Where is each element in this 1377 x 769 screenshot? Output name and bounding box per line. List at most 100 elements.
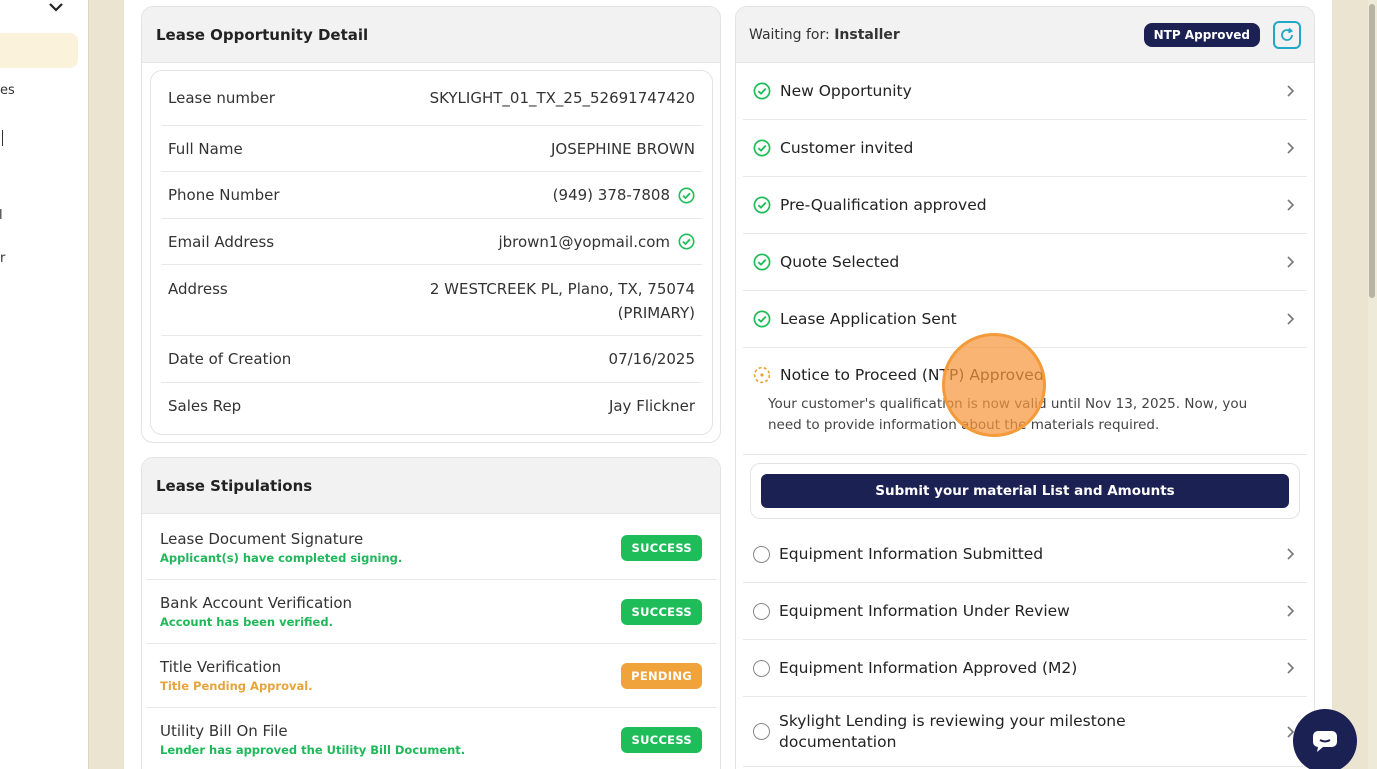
stipulation-subtitle: Lender has approved the Utility Bill Doc… xyxy=(160,743,466,757)
empty-circle-icon xyxy=(753,545,770,563)
detail-label: Lease number xyxy=(168,89,275,107)
stipulation-title: Lease Document Signature xyxy=(160,530,364,548)
timeline-header: Waiting for: Installer NTP Approved xyxy=(736,7,1314,63)
submit-action-container: Submit your material List and Amounts xyxy=(750,463,1300,519)
step-label: Lease Application Sent xyxy=(780,310,957,328)
detail-label: Full Name xyxy=(168,139,243,158)
in-progress-icon xyxy=(753,366,771,384)
step-label: Pre-Qualification approved xyxy=(780,196,987,214)
detail-row-sales-rep: Sales Rep Jay Flickner xyxy=(161,383,702,429)
timeline-step-pending[interactable]: Equipment Information Under Review xyxy=(743,583,1307,640)
stipulation-row: Title Verification Title Pending Approva… xyxy=(146,644,716,708)
waiting-for-text: Waiting for: Installer xyxy=(749,27,900,43)
check-circle-icon xyxy=(753,310,771,328)
main-content: Lease Opportunity Detail Lease number SK… xyxy=(124,0,1332,769)
sidebar-item-label[interactable]: es xyxy=(0,83,15,98)
detail-row-phone: Phone Number (949) 378-7808 xyxy=(161,172,702,219)
check-circle-icon xyxy=(753,253,771,271)
step-left: Quote Selected xyxy=(753,253,899,271)
status-badge: NTP Approved xyxy=(1143,22,1260,47)
phone-value-group: (949) 378-7808 xyxy=(553,186,695,204)
timeline-step-pending[interactable]: Equipment Information Approved (M2) xyxy=(743,640,1307,697)
address-type: (PRIMARY) xyxy=(617,304,695,322)
waiting-for-value: Installer xyxy=(834,26,900,43)
header-actions: NTP Approved xyxy=(1143,20,1301,49)
chevron-right-icon xyxy=(1287,85,1295,97)
refresh-icon xyxy=(1281,27,1294,41)
chevron-right-icon xyxy=(1287,199,1295,211)
chat-launcher-button[interactable] xyxy=(1293,709,1357,769)
status-badge: PENDING xyxy=(621,662,702,689)
waiting-prefix: Waiting for: xyxy=(749,26,830,43)
scrollbar-thumb[interactable] xyxy=(1369,4,1375,298)
refresh-button[interactable] xyxy=(1273,20,1301,49)
check-circle-icon xyxy=(753,82,771,100)
stipulation-title: Utility Bill On File xyxy=(160,722,288,740)
submit-material-list-button[interactable]: Submit your material List and Amounts xyxy=(761,474,1289,508)
sidebar-item-label[interactable]: l xyxy=(0,208,3,223)
detail-row-address: Address 2 WESTCREEK PL, Plano, TX, 75074… xyxy=(161,265,702,336)
sales-rep-value: Jay Flickner xyxy=(608,397,695,415)
detail-label: Sales Rep xyxy=(168,397,242,415)
detail-row-email: Email Address jbrown1@yopmail.com xyxy=(161,219,702,265)
step-label: Quote Selected xyxy=(780,253,900,271)
chevron-right-icon xyxy=(1287,313,1295,325)
timeline-card: Waiting for: Installer NTP Approved New … xyxy=(735,6,1315,769)
timeline-step-current: Notice to Proceed (NTP) Approved Your cu… xyxy=(743,348,1307,455)
chevron-right-icon xyxy=(1287,662,1295,674)
lease-stipulations-card: Lease Stipulations Lease Document Signat… xyxy=(141,457,721,769)
chat-icon xyxy=(1313,731,1337,752)
verified-check-icon xyxy=(678,187,695,204)
step-left: Equipment Information Submitted xyxy=(753,545,1043,563)
address-value-group: 2 WESTCREEK PL, Plano, TX, 75074 (PRIMAR… xyxy=(430,277,695,325)
step-left: Pre-Qualification approved xyxy=(753,196,987,214)
step-label: New Opportunity xyxy=(780,82,912,100)
verified-check-icon xyxy=(678,233,695,250)
lease-detail-table: Lease number SKYLIGHT_01_TX_25_526917474… xyxy=(150,70,713,435)
timeline-step-completed[interactable]: Pre-Qualification approved xyxy=(743,177,1307,234)
chevron-right-icon xyxy=(1287,605,1295,617)
empty-circle-icon xyxy=(753,659,770,677)
phone-value: (949) 378-7808 xyxy=(552,186,670,204)
stipulations-title: Lease Stipulations xyxy=(142,458,720,514)
chevron-right-icon xyxy=(1287,142,1295,154)
sidebar-item-icon[interactable] xyxy=(0,130,3,146)
stipulation-row: Bank Account Verification Account has be… xyxy=(146,580,716,644)
timeline-step-completed[interactable]: Customer invited xyxy=(743,120,1307,177)
step-left: Equipment Information Under Review xyxy=(753,602,1070,620)
stipulation-subtitle: Account has been verified. xyxy=(160,615,333,629)
stipulation-row: Utility Bill On File Lender has approved… xyxy=(146,708,716,769)
chevron-down-icon[interactable] xyxy=(47,0,65,20)
status-badge: SUCCESS xyxy=(621,598,702,625)
status-badge: SUCCESS xyxy=(621,534,702,561)
stipulation-title: Bank Account Verification xyxy=(160,594,353,612)
detail-row-full-name: Full Name JOSEPHINE BROWN xyxy=(161,126,702,172)
stipulation-row: Lease Document Signature Applicant(s) ha… xyxy=(146,516,716,580)
detail-label: Phone Number xyxy=(168,186,280,204)
timeline-step-completed[interactable]: Quote Selected xyxy=(743,234,1307,291)
step-label: Equipment Information Submitted xyxy=(779,545,1044,563)
step-left: New Opportunity xyxy=(753,82,912,100)
chevron-right-icon xyxy=(1287,548,1295,560)
email-value-group: jbrown1@yopmail.com xyxy=(498,233,695,251)
step-left: Equipment Information Approved (M2) xyxy=(753,659,1077,677)
detail-label: Address xyxy=(168,280,228,298)
sidebar-active-item[interactable] xyxy=(0,33,78,68)
detail-label: Email Address xyxy=(168,232,275,251)
timeline-step-completed[interactable]: Lease Application Sent xyxy=(743,291,1307,348)
sidebar: es l r xyxy=(0,0,89,769)
lease-number-value: SKYLIGHT_01_TX_25_52691747420 xyxy=(429,89,695,107)
timeline-step-completed[interactable]: New Opportunity xyxy=(743,63,1307,120)
email-value: jbrown1@yopmail.com xyxy=(498,232,670,251)
sidebar-item-label[interactable]: r xyxy=(0,251,5,266)
address-value: 2 WESTCREEK PL, Plano, TX, 75074 xyxy=(429,280,695,298)
timeline-step-pending[interactable]: Equipment Information Submitted xyxy=(743,526,1307,583)
step-label: Equipment Information Under Review xyxy=(779,602,1070,620)
check-circle-icon xyxy=(753,196,771,214)
step-label: Equipment Information Approved (M2) xyxy=(779,659,1078,677)
step-description: Your customer's qualification is now val… xyxy=(768,396,1248,433)
chevron-right-icon xyxy=(1287,256,1295,268)
detail-row-date: Date of Creation 07/16/2025 xyxy=(161,336,702,383)
timeline-step-pending[interactable]: Skylight Lending is reviewing your miles… xyxy=(743,697,1307,767)
empty-circle-icon xyxy=(753,723,770,740)
